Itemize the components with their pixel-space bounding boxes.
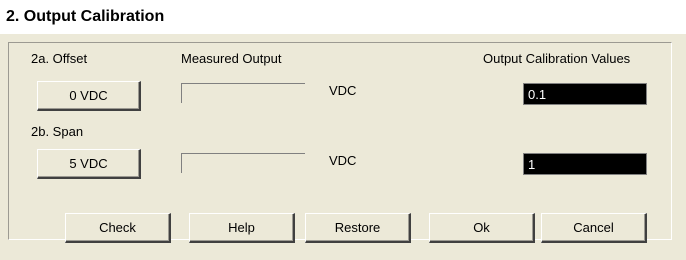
output-calibration-window: 2. Output Calibration 2a. Offset Measure… (0, 0, 686, 260)
section-title: 2. Output Calibration (0, 0, 686, 34)
check-button[interactable]: Check (65, 213, 171, 243)
offset-0vdc-button[interactable]: 0 VDC (37, 81, 141, 111)
span-calibration-value-input[interactable] (523, 153, 647, 175)
offset-unit: VDC (329, 83, 357, 98)
calibration-values-header: Output Calibration Values (483, 51, 631, 66)
offset-calibration-value-input[interactable] (523, 83, 647, 105)
span-5vdc-button[interactable]: 5 VDC (37, 149, 141, 179)
measured-output-header: Measured Output (181, 51, 282, 66)
calibration-panel: 2a. Offset Measured Output Output Calibr… (8, 42, 672, 243)
offset-label: 2a. Offset (31, 51, 88, 66)
span-label: 2b. Span (31, 124, 84, 139)
offset-measured-output-field (181, 83, 305, 103)
ok-button[interactable]: Ok (429, 213, 535, 243)
help-button[interactable]: Help (189, 213, 295, 243)
span-measured-output-field (181, 153, 305, 173)
cancel-button[interactable]: Cancel (541, 213, 647, 243)
restore-button[interactable]: Restore (305, 213, 411, 243)
span-unit: VDC (329, 153, 357, 168)
